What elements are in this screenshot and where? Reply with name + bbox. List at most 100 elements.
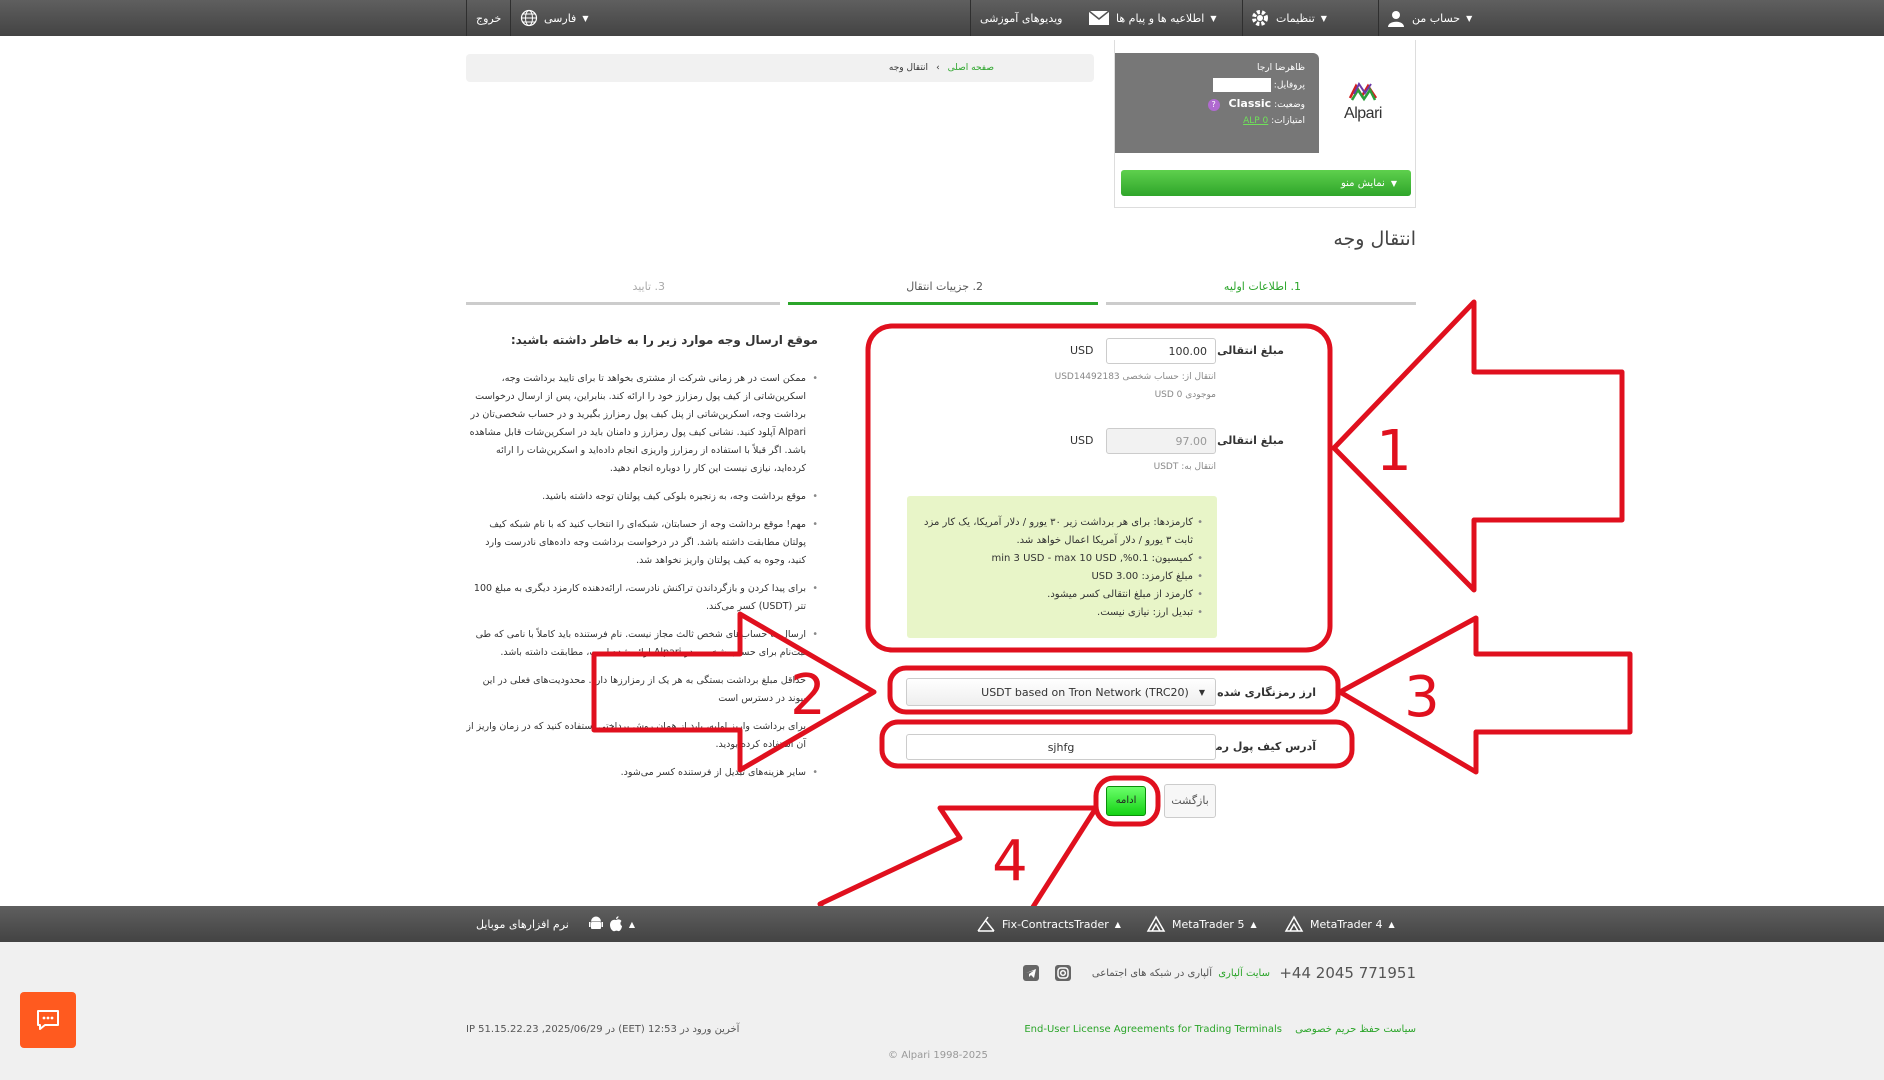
videos-label: ویدیوهای آموزشی	[980, 11, 1063, 25]
top-bar: ▼ حساب من ▼ تنظیمات ▼ اطلاعیه ها و پیام …	[0, 0, 1884, 36]
status-badge: Classic	[1228, 97, 1272, 110]
annotation-number-4: 4	[992, 829, 1028, 894]
annotation-arrow-1	[1331, 299, 1625, 593]
show-menu-button[interactable]: ▼ نمایش منو	[1121, 170, 1411, 196]
wallet-address-input[interactable]	[906, 734, 1216, 760]
annotation-number-3: 3	[1404, 665, 1440, 730]
my-account-label: حساب من	[1412, 11, 1461, 25]
metatrader5-link[interactable]: ▲ MetaTrader 5	[1146, 906, 1257, 942]
fix-contracts-trader-link[interactable]: ▲ Fix-ContractsTrader	[976, 906, 1121, 942]
metatrader-icon	[1284, 915, 1304, 932]
messages-label: اطلاعیه ها و پیام ها	[1116, 11, 1205, 25]
info-item: ارسال به حساب‌های شخص ثالث مجاز نیست. نا…	[466, 626, 818, 662]
step-line-2	[788, 302, 1098, 305]
received-amount-input	[1106, 428, 1216, 454]
chat-icon	[37, 1010, 59, 1030]
crypto-select[interactable]: USDT based on Tron Network (TRC20) ▼	[906, 678, 1216, 706]
logout-label: خروج	[476, 11, 502, 25]
profile-row: پروفایل:	[1129, 78, 1305, 92]
continue-button[interactable]: ادامه	[1106, 786, 1146, 816]
back-button[interactable]: بازگشت	[1164, 784, 1216, 818]
videos-link[interactable]: ویدیوهای آموزشی	[980, 0, 1062, 36]
mobile-apps-link[interactable]: ▲ نرم افزارهای موبایل	[476, 906, 635, 942]
info-item: برای برداشت واریز اولیه، باید از همان رو…	[466, 718, 818, 754]
chevron-up-icon: ▲	[1250, 919, 1257, 929]
amount2-unit: USD	[1070, 434, 1094, 447]
eula-link[interactable]: End-User License Agreements for Trading …	[1024, 1024, 1282, 1035]
to-currency-text: انتقال به: USDT	[1153, 462, 1216, 472]
info-item: برای پیدا کردن و بازگرداندن تراکنش نادرس…	[466, 580, 818, 616]
crypto-label: ارز رمزنگاری شده	[1217, 686, 1316, 699]
step-line-1	[1106, 302, 1416, 305]
annotation-number-1: 1	[1376, 419, 1412, 484]
breadcrumb-current: انتقال وجه	[888, 63, 929, 73]
privacy-policy-link[interactable]: سیاست حفظ حریم خصوصی	[1295, 1024, 1416, 1035]
breadcrumb-home[interactable]: صفحه اصلی	[948, 63, 994, 73]
crypto-select-value: USDT based on Tron Network (TRC20)	[981, 685, 1189, 699]
status-row: وضعیت: Classic ?	[1129, 97, 1305, 111]
info-list: ممکن است در هر زمانی شرکت از مشتری بخواه…	[466, 370, 818, 792]
fix-trader-icon	[977, 916, 995, 932]
show-menu-label: نمایش منو	[1340, 177, 1385, 189]
instagram-icon[interactable]	[1054, 964, 1072, 985]
metatrader4-link[interactable]: ▲ MetaTrader 4	[1284, 906, 1395, 942]
info-item: ممکن است در هر زمانی شرکت از مشتری بخواه…	[466, 370, 818, 478]
annotation-arrow-3	[1337, 615, 1633, 775]
account-header: ظاهرضا ارجا پروفایل: وضعیت: Classic ? ام…	[1114, 40, 1416, 208]
help-icon[interactable]: ?	[1207, 99, 1220, 111]
info-item: مهم! موقع برداشت وجه از حسابتان، شبکه‌ای…	[466, 516, 818, 570]
fee-item: مبلغ کارمزد: 3.00 USD	[919, 568, 1203, 586]
language-label: فارسی	[544, 11, 577, 25]
messages-menu[interactable]: ▼ اطلاعیه ها و پیام ها	[1088, 0, 1216, 36]
logout-link[interactable]: خروج	[476, 0, 501, 36]
profile-card: ظاهرضا ارجا پروفایل: وضعیت: Classic ? ام…	[1115, 53, 1319, 153]
fee-info-box: کارمزدها: برای هر برداشت زیر ۳۰ یورو / د…	[907, 496, 1217, 638]
points-link[interactable]: ALP 0	[1243, 116, 1268, 126]
amount-label: مبلغ انتقالی:	[1212, 344, 1284, 357]
fee-item: کمیسیون: 0.1%, min 3 USD - max 10 USD	[919, 550, 1203, 568]
social-networks-text: آلپاری در شبکه های اجتماعی	[1091, 968, 1212, 979]
globe-icon	[520, 9, 538, 27]
alpari-site-link[interactable]: سایت آلپاری	[1218, 968, 1270, 979]
breadcrumb: صفحه اصلی › انتقال وجه	[466, 54, 1094, 82]
page-title: انتقال وجه	[1333, 228, 1416, 250]
chat-button[interactable]	[20, 992, 76, 1048]
copyright-text: Alpari 1998-2025 ©	[888, 1050, 988, 1061]
from-account-text: انتقال از: حساب شخصی USD14492183	[1054, 372, 1216, 382]
telegram-icon[interactable]	[1022, 964, 1040, 985]
language-menu[interactable]: ▼ فارسی	[520, 0, 588, 36]
alpari-logo-icon	[1348, 82, 1378, 102]
settings-menu[interactable]: ▼ تنظیمات	[1250, 0, 1327, 36]
fee-item: تبدیل ارز: نیازی نیست.	[919, 604, 1203, 622]
gear-icon	[1252, 10, 1268, 26]
fee-item: کارمزد از مبلغ انتقالی کسر میشود.	[919, 586, 1203, 604]
my-account-menu[interactable]: ▼ حساب من	[1386, 0, 1472, 36]
settings-label: تنظیمات	[1276, 11, 1315, 25]
chevron-down-icon: ▼	[1466, 13, 1473, 23]
amount-input[interactable]	[1106, 338, 1216, 364]
amount-unit: USD	[1070, 344, 1094, 357]
chevron-down-icon: ▼	[1320, 13, 1327, 23]
breadcrumb-separator-icon: ›	[936, 63, 940, 73]
info-item: سایر هزینه‌های تبدیل از فرستنده کسر می‌ش…	[466, 764, 818, 782]
info-item: حداقل مبلغ برداشت بستگی به هر یک از رمزا…	[466, 672, 818, 708]
user-icon	[1388, 11, 1404, 27]
alpari-logo[interactable]: Alpari	[1333, 82, 1393, 123]
envelope-icon	[1088, 10, 1110, 25]
android-icon	[588, 916, 603, 929]
last-login-text: آخرین ورود در 12:53 (EET) در 2025/06/29,…	[466, 1024, 740, 1035]
phone-number[interactable]: +44 2045 771951	[1279, 964, 1416, 982]
footer: +44 2045 771951 سایت آلپاری آلپاری در شب…	[0, 942, 1884, 1080]
points-row: امتیازات: ALP 0	[1243, 116, 1305, 126]
info-item: موقع برداشت وجه، به زنجیره بلوکی کیف پول…	[466, 488, 818, 506]
apple-icon	[609, 916, 622, 932]
balance-text: موجودی USD 0	[1154, 390, 1216, 400]
info-heading: موقع ارسال وجه موارد زیر را به خاطر داشت…	[510, 333, 818, 347]
chevron-up-icon: ▲	[1388, 919, 1395, 929]
footer-bar: ▲ MetaTrader 4 ▲ MetaTrader 5 ▲ Fix-Cont…	[0, 906, 1884, 942]
chevron-down-icon: ▼	[582, 13, 589, 23]
profile-value-box	[1212, 78, 1271, 92]
step-line-3	[466, 302, 780, 305]
chevron-down-icon: ▼	[1198, 687, 1205, 697]
metatrader-icon	[1146, 915, 1166, 932]
